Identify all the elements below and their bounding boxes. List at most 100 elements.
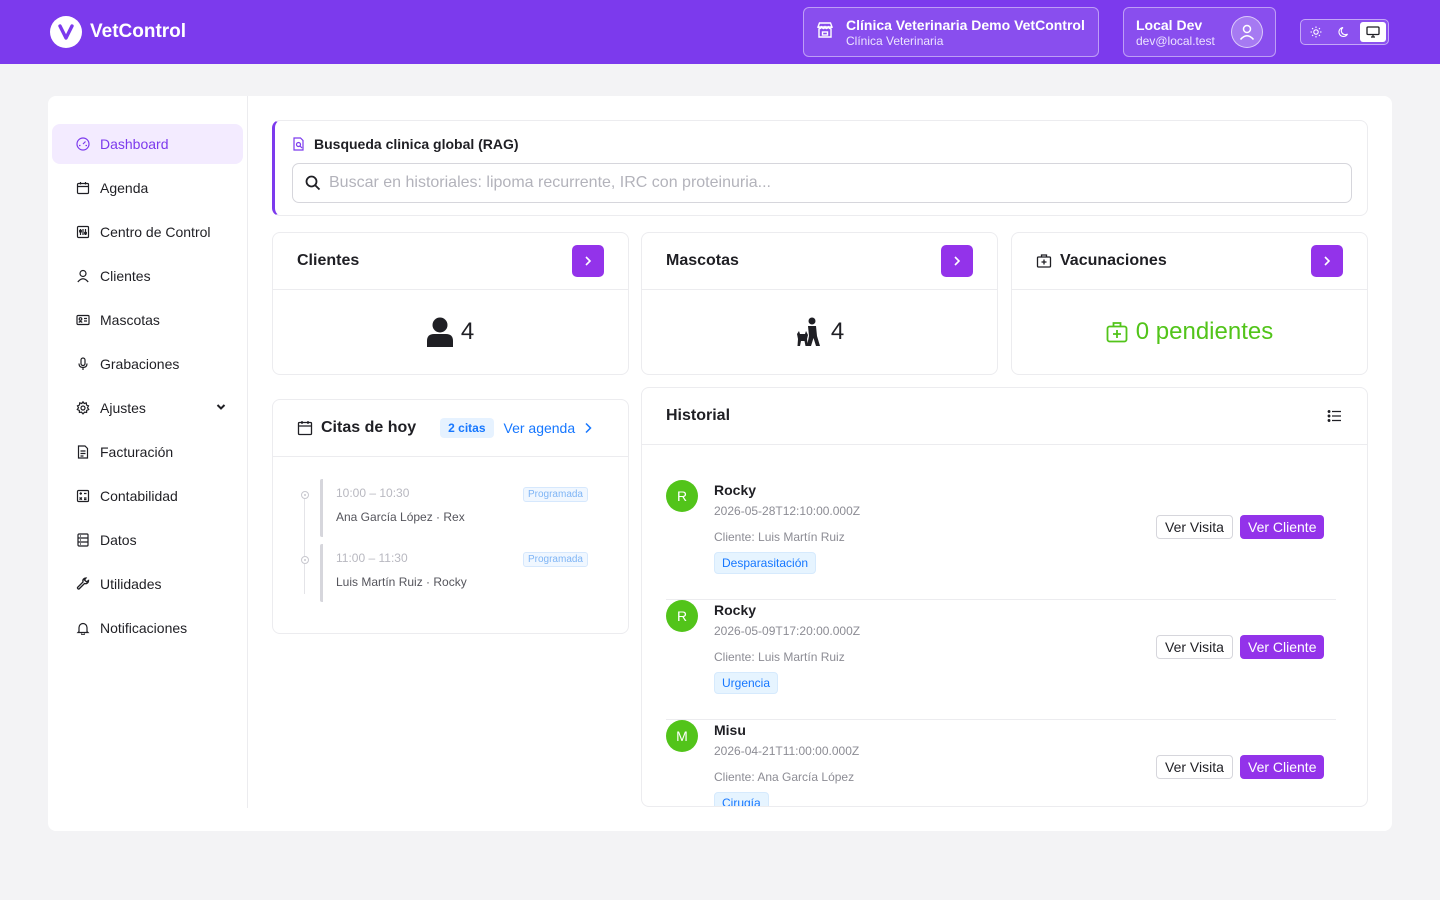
clientes-card-title: Clientes: [297, 252, 360, 269]
sidebar-item-contabilidad[interactable]: Contabilidad: [52, 476, 243, 516]
sidebar-item-label: Centro de Control: [100, 224, 211, 240]
pet-name: Misu: [714, 722, 746, 738]
chevron-right-icon: [585, 422, 592, 434]
ver-visita-button[interactable]: Ver Visita: [1156, 755, 1233, 779]
sidebar-item-facturacion[interactable]: Facturación: [52, 432, 243, 472]
wrench-icon: [76, 577, 90, 590]
ver-cliente-button[interactable]: Ver Cliente: [1240, 515, 1325, 539]
person-with-pet-icon: [796, 317, 820, 346]
mascotas-count-value: 4: [830, 318, 845, 345]
pet-name: Rocky: [714, 602, 757, 618]
vacunaciones-card: Vacunaciones 0 pendientes: [1011, 232, 1368, 375]
historial-row: M Misu 2026-04-21T11:00:00.000Z Cliente:…: [666, 720, 1336, 806]
sidebar-item-centro-control[interactable]: Centro de Control: [52, 212, 243, 252]
ver-cliente-button[interactable]: Ver Cliente: [1240, 755, 1325, 779]
clientes-open-button[interactable]: [572, 245, 604, 277]
app-logo[interactable]: VetControl: [50, 16, 186, 48]
appointment-client-pet: Luis Martín Ruiz · Rocky: [336, 575, 467, 589]
user-menu[interactable]: Local Dev dev@local.test: [1123, 7, 1276, 57]
appointment-status-badge: Programada: [522, 552, 588, 567]
appointment-client-pet: Ana García López · Rex: [336, 510, 465, 524]
historial-card: Historial R Rocky 2026-05-28T12:10:00.00…: [641, 387, 1368, 807]
search-field[interactable]: [292, 163, 1352, 203]
pet-avatar: R: [666, 600, 698, 632]
store-icon: [816, 21, 834, 44]
database-icon: [77, 533, 89, 547]
theme-light-button[interactable]: [1303, 22, 1329, 42]
sidebar-item-notificaciones[interactable]: Notificaciones: [52, 608, 243, 648]
visit-type-tag: Cirugía: [714, 792, 769, 806]
ver-visita-button[interactable]: Ver Visita: [1156, 635, 1233, 659]
user-avatar-icon: [1239, 24, 1255, 41]
avatar[interactable]: [1231, 16, 1263, 48]
vacunaciones-title-text: Vacunaciones: [1060, 252, 1167, 269]
visit-client: Cliente: Ana García López: [714, 770, 855, 784]
appointment-item[interactable]: 11:00 – 11:30 Luis Martín Ruiz · Rocky P…: [320, 544, 600, 602]
calendar-icon: [297, 421, 313, 436]
pet-name: Rocky: [714, 482, 757, 498]
top-bar: VetControl Clínica Veterinaria Demo VetC…: [0, 0, 1440, 64]
sidebar-item-label: Notificaciones: [100, 620, 188, 636]
ver-agenda-link[interactable]: Ver agenda: [504, 420, 594, 436]
moon-icon: [1338, 26, 1349, 38]
mascotas-card: Mascotas 4: [641, 232, 998, 375]
invoice-icon: [77, 445, 89, 459]
app-name: VetControl: [90, 21, 187, 42]
pet-avatar: R: [666, 480, 698, 512]
sidebar-item-label: Grabaciones: [100, 356, 180, 372]
chevron-down-icon: [216, 404, 226, 410]
user-icon: [77, 269, 89, 283]
vacunaciones-open-button[interactable]: [1311, 245, 1343, 277]
medical-kit-icon: [1106, 322, 1128, 343]
sidebar-item-utilidades[interactable]: Utilidades: [52, 564, 243, 604]
ver-agenda-label: Ver agenda: [503, 420, 576, 436]
chevron-right-icon: [1324, 256, 1331, 266]
sidebar-item-label: Facturación: [100, 444, 174, 460]
global-search-panel: Busqueda clinica global (RAG): [272, 120, 1368, 216]
sidebar-item-clientes[interactable]: Clientes: [52, 256, 243, 296]
sidebar-item-grabaciones[interactable]: Grabaciones: [52, 344, 243, 384]
sidebar-item-label: Utilidades: [100, 576, 162, 592]
clinic-selector[interactable]: Clínica Veterinaria Demo VetControl Clín…: [803, 7, 1099, 57]
appointment-item[interactable]: 10:00 – 10:30 Ana García López · Rex Pro…: [320, 479, 600, 537]
timeline-dot: [301, 491, 309, 499]
sidebar-item-dashboard[interactable]: Dashboard: [52, 124, 243, 164]
gear-icon: [76, 401, 90, 415]
sidebar-item-label: Datos: [100, 532, 137, 548]
document-search-icon: [293, 137, 304, 151]
theme-dark-button[interactable]: [1331, 22, 1357, 42]
vacunaciones-card-title: Vacunaciones: [1036, 252, 1167, 270]
ver-visita-button[interactable]: Ver Visita: [1156, 515, 1233, 539]
calendar-icon: [76, 182, 90, 195]
search-input[interactable]: [329, 174, 1329, 192]
person-icon: [426, 317, 453, 347]
visit-date: 2026-04-21T11:00:00.000Z: [714, 744, 860, 758]
chevron-right-icon: [954, 256, 961, 266]
accounting-icon: [76, 489, 90, 503]
logo-mark-icon: [50, 16, 82, 48]
clinic-name: Clínica Veterinaria Demo VetControl: [846, 16, 1085, 33]
list-icon[interactable]: [1327, 409, 1343, 423]
mascotas-count: 4: [642, 290, 997, 374]
search-title-text: Busqueda clinica global (RAG): [314, 136, 519, 152]
sidebar-item-ajustes[interactable]: Ajustes: [52, 388, 243, 428]
sidebar-item-datos[interactable]: Datos: [52, 520, 243, 560]
microphone-icon: [78, 357, 88, 370]
user-name: Local Dev: [1136, 16, 1203, 33]
sun-icon: [1310, 26, 1322, 38]
clinic-type: Clínica Veterinaria: [846, 33, 944, 48]
theme-system-button[interactable]: [1359, 22, 1386, 42]
bell-icon: [76, 622, 90, 635]
pet-avatar: M: [666, 720, 698, 752]
sidebar-item-agenda[interactable]: Agenda: [52, 168, 243, 208]
visit-client: Cliente: Luis Martín Ruiz: [714, 530, 845, 544]
sidebar-item-mascotas[interactable]: Mascotas: [52, 300, 243, 340]
search-title: Busqueda clinica global (RAG): [292, 136, 519, 152]
ver-cliente-button[interactable]: Ver Cliente: [1240, 635, 1325, 659]
timeline-line: [304, 496, 305, 594]
pet-card-icon: [76, 314, 90, 326]
mascotas-open-button[interactable]: [941, 245, 973, 277]
timeline-dot: [301, 556, 309, 564]
historial-row: R Rocky 2026-05-09T17:20:00.000Z Cliente…: [666, 600, 1336, 720]
user-email: dev@local.test: [1136, 33, 1215, 48]
